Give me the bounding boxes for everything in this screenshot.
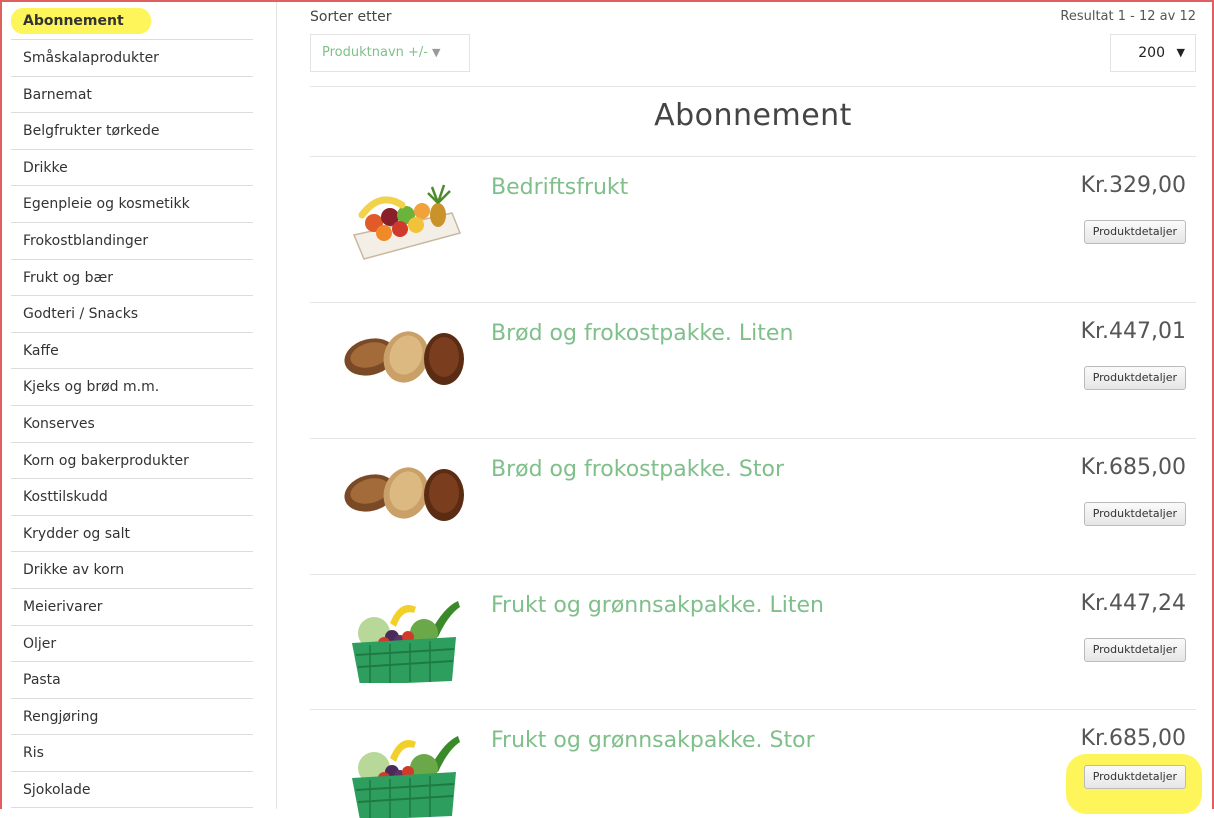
product-row: Brød og frokostpakke. Stor Kr.685,00 Pro… (310, 438, 1196, 575)
sort-label: Sorter etter (310, 9, 392, 25)
sidebar-item-label: Ris (23, 745, 44, 762)
vegetable-crate-image[interactable] (340, 593, 470, 683)
product-row: Frukt og grønnsakpakke. Stor Kr.685,00 P… (310, 709, 1202, 818)
product-price: Kr.447,01 (1080, 319, 1186, 344)
sidebar-item-barnemat[interactable]: Barnemat (11, 77, 253, 114)
product-name-link[interactable]: Frukt og grønnsakpakke. Liten (491, 593, 824, 618)
product-price: Kr.329,00 (1080, 173, 1186, 198)
product-details-button[interactable]: Produktdetaljer (1083, 220, 1186, 244)
bread-image[interactable] (340, 457, 470, 547)
sidebar-item-drikke[interactable]: Drikke (11, 150, 253, 187)
sidebar-item-meierivarer[interactable]: Meierivarer (11, 589, 253, 626)
sidebar-item-label: Drikke (23, 159, 68, 176)
down-arrow-icon: ▼ (431, 46, 441, 59)
result-count: Resultat 1 - 12 av 12 (1060, 9, 1196, 24)
product-name-link[interactable]: Frukt og grønnsakpakke. Stor (491, 728, 815, 753)
sidebar-item-label: Pasta (23, 672, 61, 689)
product-details-button[interactable]: Produktdetaljer (1083, 765, 1186, 789)
sidebar-item-label: Krydder og salt (23, 525, 130, 542)
sidebar-item-krydder[interactable]: Krydder og salt (11, 516, 253, 553)
sidebar-item-ris[interactable]: Ris (11, 735, 253, 772)
sidebar-item-label: Konserves (23, 415, 95, 432)
sidebar-item-abonnement[interactable]: Abonnement (11, 2, 253, 40)
fruit-basket-image[interactable] (340, 175, 470, 265)
sidebar-divider (276, 2, 277, 809)
sort-by-name-button[interactable]: Produktnavn +/- ▼ (310, 34, 470, 72)
sidebar-item-godteri[interactable]: Godteri / Snacks (11, 296, 253, 333)
sidebar-item-sjokolade[interactable]: Sjokolade (11, 772, 253, 809)
category-list: Abonnement Småskalaprodukter Barnemat Be… (0, 2, 264, 809)
header-divider (310, 86, 1196, 87)
product-name-link[interactable]: Brød og frokostpakke. Stor (491, 457, 784, 482)
vegetable-crate-image[interactable] (340, 728, 470, 818)
sidebar-item-label: Godteri / Snacks (23, 306, 139, 323)
sidebar-item-label: Rengjøring (23, 708, 99, 725)
sidebar-item-konserves[interactable]: Konserves (11, 406, 253, 443)
sidebar-item-pasta[interactable]: Pasta (11, 662, 253, 699)
sort-field-label: Produktnavn +/- (322, 45, 428, 60)
product-details-button[interactable]: Produktdetaljer (1083, 638, 1186, 662)
product-row: Brød og frokostpakke. Liten Kr.447,01 Pr… (310, 302, 1196, 439)
sidebar-item-label: Barnemat (23, 86, 92, 103)
product-details-button[interactable]: Produktdetaljer (1083, 366, 1186, 390)
chevron-down-icon: ▼ (1176, 46, 1185, 59)
sidebar-item-kosttilskudd[interactable]: Kosttilskudd (11, 479, 253, 516)
product-price: Kr.685,00 (1080, 726, 1186, 751)
sidebar-item-kaffe[interactable]: Kaffe (11, 333, 253, 370)
sidebar-item-label: Sjokolade (23, 781, 91, 798)
product-row: Bedriftsfrukt Kr.329,00 Produktdetaljer (310, 156, 1196, 293)
sidebar-item-label: Abonnement (23, 13, 124, 29)
sidebar-item-drikke-av-korn[interactable]: Drikke av korn (11, 552, 253, 589)
product-price: Kr.685,00 (1080, 455, 1186, 480)
product-price: Kr.447,24 (1080, 591, 1186, 616)
sidebar-item-kjeks[interactable]: Kjeks og brød m.m. (11, 369, 253, 406)
sidebar-item-egenpleie[interactable]: Egenpleie og kosmetikk (11, 186, 253, 223)
bread-image[interactable] (340, 321, 470, 411)
sidebar-item-rengjoring[interactable]: Rengjøring (11, 699, 253, 736)
category-sidebar: Abonnement Småskalaprodukter Barnemat Be… (0, 2, 264, 809)
sidebar-item-label: Kaffe (23, 342, 59, 359)
page-title: Abonnement (654, 98, 852, 133)
sidebar-item-label: Korn og bakerprodukter (23, 452, 189, 469)
sidebar-item-belgfrukter[interactable]: Belgfrukter tørkede (11, 113, 253, 150)
product-details-button[interactable]: Produktdetaljer (1083, 502, 1186, 526)
per-page-select[interactable]: 200 ▼ (1110, 34, 1196, 72)
sidebar-item-frukt-og-baer[interactable]: Frukt og bær (11, 260, 253, 297)
sidebar-item-label: Egenpleie og kosmetikk (23, 196, 190, 213)
product-name-link[interactable]: Brød og frokostpakke. Liten (491, 321, 793, 346)
sidebar-item-label: Kjeks og brød m.m. (23, 379, 160, 396)
sidebar-item-label: Frokostblandinger (23, 232, 149, 249)
sidebar-item-label: Kosttilskudd (23, 489, 108, 506)
sidebar-item-korn[interactable]: Korn og bakerprodukter (11, 443, 253, 480)
product-row: Frukt og grønnsakpakke. Liten Kr.447,24 … (310, 574, 1196, 711)
sidebar-item-smaskalaprodukter[interactable]: Småskalaprodukter (11, 40, 253, 77)
sidebar-item-frokostblandinger[interactable]: Frokostblandinger (11, 223, 253, 260)
sidebar-item-label: Oljer (23, 635, 57, 652)
sidebar-item-oljer[interactable]: Oljer (11, 626, 253, 663)
sidebar-item-label: Småskalaprodukter (23, 50, 159, 66)
sidebar-item-label: Frukt og bær (23, 269, 114, 286)
sidebar-item-label: Drikke av korn (23, 562, 125, 579)
per-page-value: 200 (1138, 45, 1165, 61)
sidebar-item-label: Meierivarer (23, 598, 103, 615)
sidebar-item-label: Belgfrukter tørkede (23, 123, 160, 140)
product-name-link[interactable]: Bedriftsfrukt (491, 175, 628, 200)
